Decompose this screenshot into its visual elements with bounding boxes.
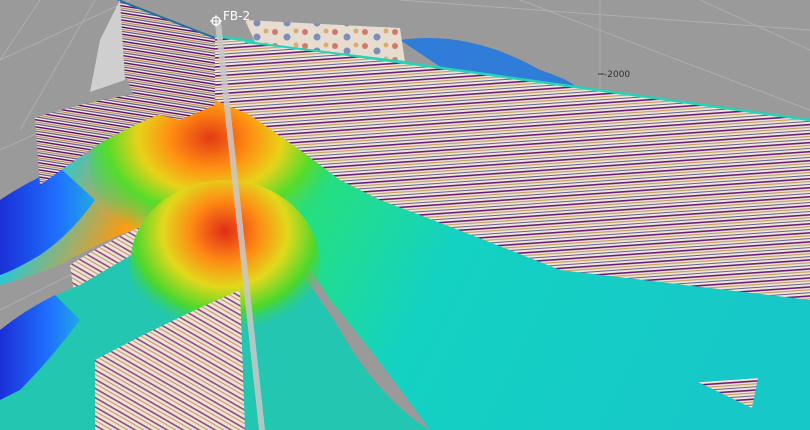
well-name-label: FB-2 <box>223 9 250 23</box>
section-wall <box>90 0 125 92</box>
seismic-scene[interactable]: FB-2 -2000 <box>0 0 810 430</box>
3d-viewport[interactable]: FB-2 -2000 <box>0 0 810 430</box>
depth-axis-label: -2000 <box>604 70 630 80</box>
